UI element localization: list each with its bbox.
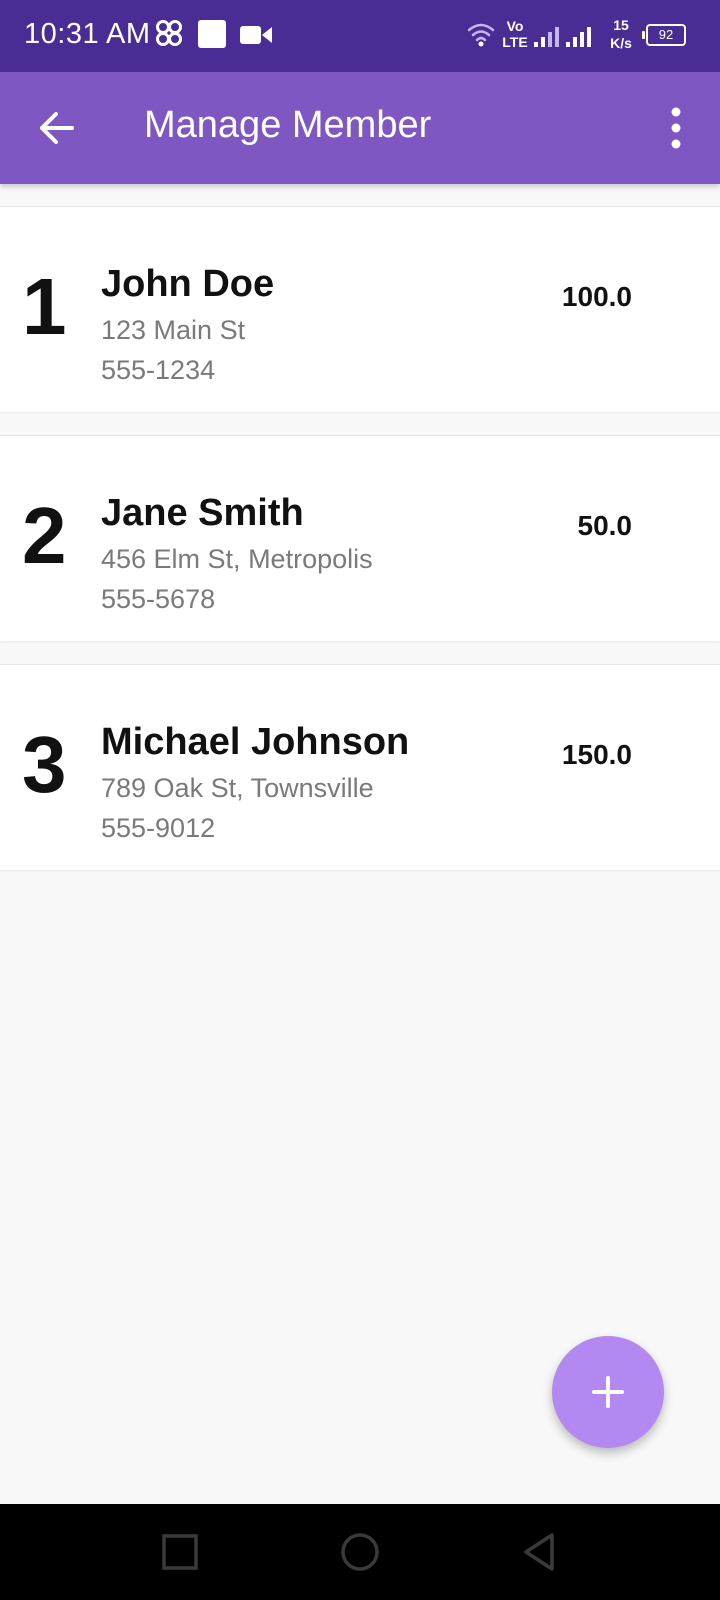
member-amount: 150.0 [561,739,632,770]
battery-level: 92 [658,27,674,42]
cluster-icon [156,20,182,46]
arrow-back-icon[interactable] [30,102,82,154]
net-speed-value: 15 [613,17,629,33]
more-vertical-icon[interactable] [656,102,696,154]
network-label-bottom: LTE [502,34,528,50]
member-card[interactable]: 2 Jane Smith 456 Elm St, Metropolis 555-… [0,435,720,641]
member-card[interactable]: 1 John Doe 123 Main St 555-1234 100.0 [0,206,720,412]
net-speed-unit: K/s [610,35,632,51]
member-name: Michael Johnson [101,721,410,763]
member-address: 456 Elm St, Metropolis [101,544,373,574]
status-time: 10:31 AM [24,18,151,50]
back-triangle-icon[interactable] [518,1530,562,1574]
home-icon[interactable] [338,1530,382,1574]
network-type-label: Vo LTE [500,18,530,50]
status-bar: 10:31 AM Vo LTE 15 K/s 92 [0,0,720,72]
plus-icon [592,1376,624,1408]
member-name: Jane Smith [101,492,304,534]
network-label-top: Vo [506,18,524,34]
member-index: 1 [22,262,67,351]
net-speed: 15 K/s [604,16,638,52]
wifi-icon [467,23,495,47]
member-address: 123 Main St [101,315,246,345]
member-index: 2 [22,491,67,580]
system-nav-bar [0,1504,720,1600]
member-amount: 100.0 [561,281,632,312]
member-address: 789 Oak St, Townsville [101,773,374,803]
recent-apps-icon[interactable] [158,1530,202,1574]
member-amount: 50.0 [577,510,633,541]
battery-icon: 92 [642,24,686,46]
app-bar: Manage Member [0,72,720,184]
video-camera-icon [240,26,272,44]
member-phone: 555-5678 [101,584,216,614]
signal-icon [534,27,591,47]
member-phone: 555-1234 [101,355,216,385]
member-index: 3 [22,720,67,809]
member-phone: 555-9012 [101,813,216,843]
member-card[interactable]: 3 Michael Johnson 789 Oak St, Townsville… [0,664,720,870]
add-member-button[interactable] [552,1336,664,1448]
member-name: John Doe [101,263,275,305]
square-notification-icon [198,20,226,48]
page-title: Manage Member [144,104,432,146]
